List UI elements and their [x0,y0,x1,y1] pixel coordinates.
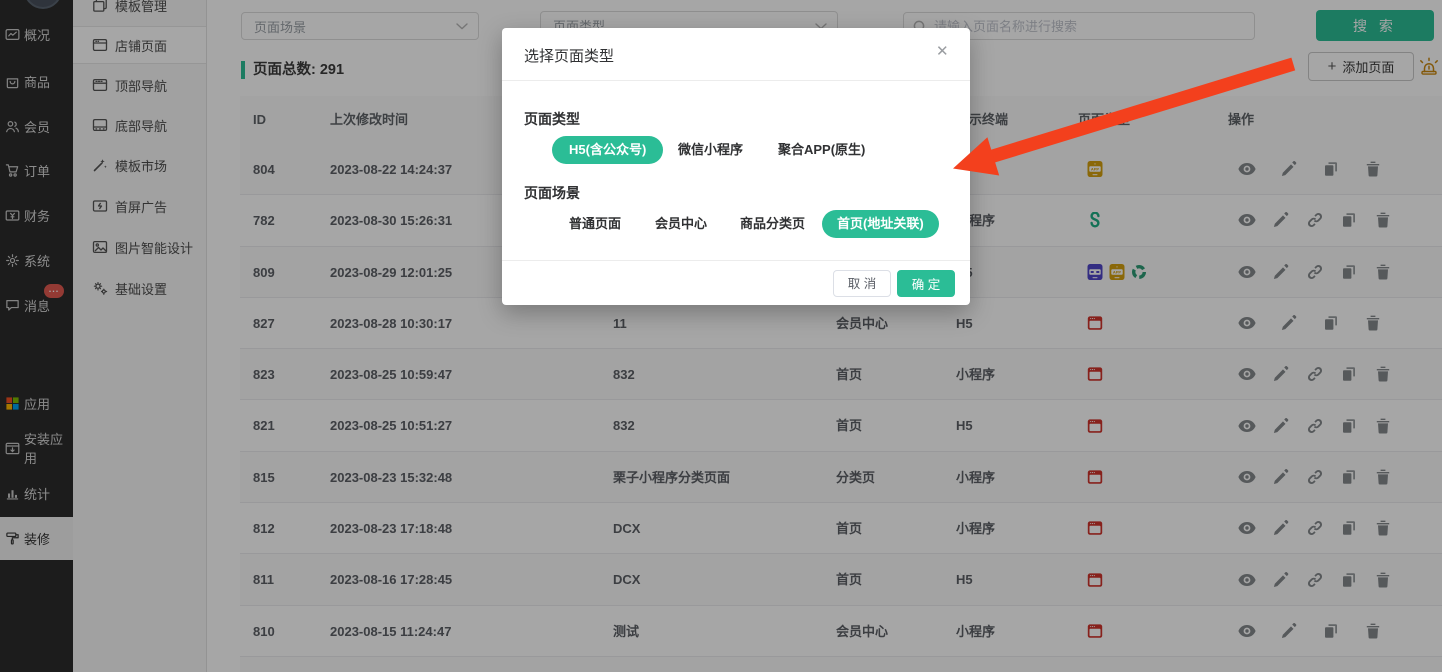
divider [502,260,970,261]
app-window: 概况 商品 会员 订单 财务 系统 消息 ... 应用 安装应用 统计 装修 模… [0,0,1442,672]
option-native-app[interactable]: 聚合APP(原生) [778,136,865,164]
cancel-button[interactable]: 取 消 [833,270,891,297]
select-page-type-dialog: 选择页面类型 ✕ 页面类型 H5(含公众号) 微信小程序 聚合APP(原生) 页… [502,28,970,305]
option-goods-category[interactable]: 商品分类页 [740,210,805,238]
confirm-button[interactable]: 确 定 [897,270,955,297]
page-type-label: 页面类型 [524,109,580,129]
page-scene-label: 页面场景 [524,183,580,203]
option-wechat-miniprogram[interactable]: 微信小程序 [678,136,743,164]
option-h5[interactable]: H5(含公众号) [552,136,663,164]
option-normal-page[interactable]: 普通页面 [569,210,621,238]
dialog-title: 选择页面类型 [524,45,614,66]
divider [502,80,970,81]
option-home-page[interactable]: 首页(地址关联) [822,210,939,238]
option-member-center[interactable]: 会员中心 [655,210,707,238]
close-icon[interactable]: ✕ [936,42,949,60]
